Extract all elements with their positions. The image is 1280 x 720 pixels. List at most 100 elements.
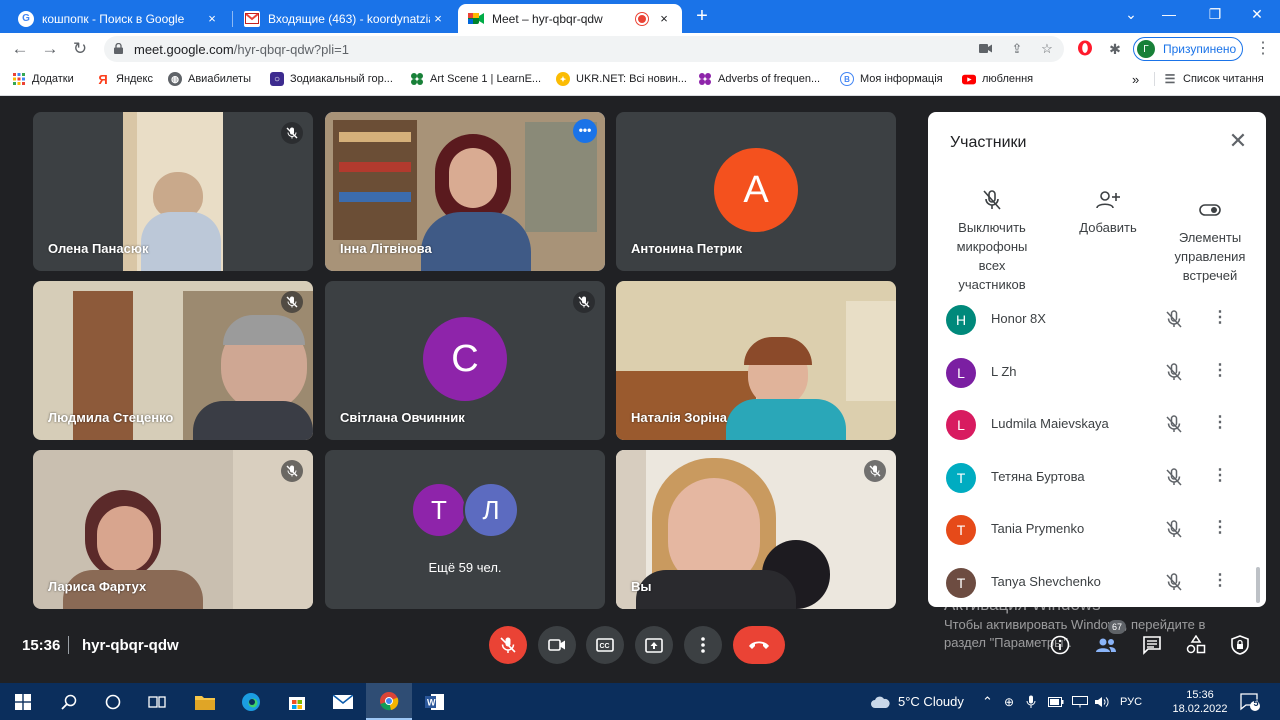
- bookmark-art-scene[interactable]: Art Scene 1 | LearnE...: [410, 72, 541, 86]
- mic-off-icon[interactable]: [1164, 309, 1184, 329]
- video-tile[interactable]: Лариса Фартух: [33, 450, 313, 609]
- activities-button[interactable]: [1184, 633, 1208, 657]
- self-video-tile[interactable]: Вы: [616, 450, 896, 609]
- participant-row[interactable]: T Tania Prymenko ⋮: [928, 503, 1266, 555]
- tab-gmail[interactable]: Входящие (463) - koordynatzia@ ×: [234, 4, 456, 33]
- tab-google-search[interactable]: G кошпопк - Поиск в Google ×: [8, 4, 230, 33]
- bookmarks-overflow[interactable]: »: [1132, 72, 1139, 87]
- taskbar-search-icon[interactable]: [46, 683, 92, 720]
- meeting-details-button[interactable]: [1048, 633, 1072, 657]
- minimize-icon[interactable]: —: [1146, 0, 1192, 30]
- toggle-camera-button[interactable]: [538, 626, 576, 664]
- host-controls-button[interactable]: Элементы управления встречей: [1164, 192, 1256, 285]
- back-icon[interactable]: ←: [8, 37, 32, 61]
- mic-off-icon[interactable]: [1164, 572, 1184, 592]
- tray-lens-icon[interactable]: ⊕: [1004, 683, 1014, 720]
- bookmark-star-icon[interactable]: ☆: [1038, 41, 1056, 57]
- more-options-button[interactable]: [684, 626, 722, 664]
- participant-more-icon[interactable]: ⋮: [1210, 413, 1230, 435]
- new-tab-button[interactable]: +: [690, 5, 714, 29]
- chrome-menu-icon[interactable]: ⋮: [1254, 40, 1272, 58]
- task-view-icon[interactable]: [134, 683, 180, 720]
- participant-row[interactable]: H Honor 8X ⋮: [928, 293, 1266, 345]
- address-bar[interactable]: meet.google.com/hyr-qbqr-qdw?pli=1 ⇪ ☆: [104, 36, 1064, 62]
- chat-button[interactable]: [1140, 633, 1164, 657]
- mic-off-icon[interactable]: [1164, 467, 1184, 487]
- notifications-button[interactable]: 5: [1240, 683, 1260, 720]
- host-controls-shield-button[interactable]: [1228, 633, 1252, 657]
- profile-button[interactable]: Г Призупинено: [1133, 37, 1243, 61]
- bookmark-apps[interactable]: Додатки: [12, 72, 74, 86]
- leave-call-button[interactable]: [733, 626, 785, 664]
- close-tab-icon[interactable]: ×: [656, 11, 672, 26]
- mic-off-icon[interactable]: [1164, 362, 1184, 382]
- close-tab-icon[interactable]: ×: [204, 11, 220, 26]
- camera-in-use-icon[interactable]: [976, 41, 994, 57]
- tray-battery-icon[interactable]: [1048, 683, 1064, 720]
- toggle-mic-button[interactable]: [489, 626, 527, 664]
- close-panel-icon[interactable]: ✕: [1226, 129, 1250, 153]
- participant-row[interactable]: L L Zh ⋮: [928, 346, 1266, 398]
- extensions-puzzle-icon[interactable]: ✱: [1106, 40, 1124, 58]
- participant-more-icon[interactable]: ⋮: [1210, 361, 1230, 383]
- bookmark-adverbs[interactable]: Adverbs of frequen...: [698, 72, 820, 86]
- video-tile[interactable]: Олена Панасюк: [33, 112, 313, 271]
- edge-icon[interactable]: [228, 683, 274, 720]
- video-tile-active-speaker[interactable]: Інна Літвінова •••: [325, 112, 605, 271]
- participant-more-icon[interactable]: ⋮: [1210, 518, 1230, 540]
- cortana-icon[interactable]: [90, 683, 136, 720]
- mic-off-icon[interactable]: [1164, 414, 1184, 434]
- tray-volume-icon[interactable]: [1094, 683, 1110, 720]
- restore-icon[interactable]: ❐: [1192, 0, 1238, 30]
- present-screen-button[interactable]: [635, 626, 673, 664]
- tray-network-icon[interactable]: [1072, 683, 1088, 720]
- participant-name: Honor 8X: [991, 311, 1046, 326]
- mute-all-button[interactable]: Выключить микрофоны всех участников: [946, 182, 1038, 294]
- mail-icon[interactable]: [320, 683, 366, 720]
- video-tile[interactable]: Людмила Стеценко: [33, 281, 313, 440]
- tray-overflow-chevron-icon[interactable]: ⌃: [982, 683, 993, 720]
- video-tile[interactable]: А Антонина Петрик: [616, 112, 896, 271]
- video-tile[interactable]: С Світлана Овчинник: [325, 281, 605, 440]
- reading-list[interactable]: ☰ Список читання: [1154, 72, 1264, 86]
- participant-more-icon[interactable]: ⋮: [1210, 571, 1230, 593]
- mic-off-icon[interactable]: [1164, 519, 1184, 539]
- captions-button[interactable]: CC: [586, 626, 624, 664]
- system-clock[interactable]: 15:36 18.02.2022: [1170, 683, 1230, 720]
- bookmark-yandex[interactable]: Я Яндекс: [96, 72, 153, 87]
- weather-widget[interactable]: 5°C Cloudy: [870, 683, 964, 720]
- participants-button[interactable]: [1094, 633, 1118, 657]
- close-window-icon[interactable]: ✕: [1234, 0, 1280, 30]
- participant-row[interactable]: T Тетяна Буртова ⋮: [928, 451, 1266, 503]
- participant-name: Лариса Фартух: [48, 579, 147, 594]
- opera-extension-icon[interactable]: [1076, 40, 1094, 58]
- tray-mic-icon[interactable]: [1026, 683, 1036, 720]
- tile-more-options-icon[interactable]: •••: [573, 119, 597, 143]
- word-icon[interactable]: W: [412, 683, 458, 720]
- bookmark-aviabilety[interactable]: ◍ Авиабилеты: [168, 72, 251, 86]
- share-icon[interactable]: ⇪: [1008, 41, 1026, 57]
- mic-off-icon: [573, 291, 595, 313]
- file-explorer-icon[interactable]: [182, 683, 228, 720]
- bookmark-youtube[interactable]: люблення: [962, 72, 1033, 86]
- participant-more-icon[interactable]: ⋮: [1210, 308, 1230, 330]
- bookmark-my-info[interactable]: В Моя інформація: [840, 72, 943, 86]
- panel-scrollbar[interactable]: [1256, 567, 1260, 603]
- forward-icon[interactable]: →: [38, 37, 62, 61]
- video-tile[interactable]: Наталія Зоріна: [616, 281, 896, 440]
- reload-icon[interactable]: ↻: [68, 37, 92, 61]
- bookmark-zodiac[interactable]: ○ Зодиакальный гор...: [270, 72, 393, 86]
- add-people-button[interactable]: Добавить: [1068, 182, 1148, 237]
- participant-more-icon[interactable]: ⋮: [1210, 466, 1230, 488]
- participant-row[interactable]: L Ludmila Maievskaya ⋮: [928, 398, 1266, 450]
- reading-list-icon: ☰: [1164, 72, 1176, 86]
- chrome-taskbar-icon[interactable]: [366, 683, 412, 720]
- store-icon[interactable]: [274, 683, 320, 720]
- bookmark-ukrnet[interactable]: ✦ UKR.NET: Всі новин...: [556, 72, 687, 86]
- participant-name: Антонина Петрик: [631, 241, 743, 256]
- windows-start-icon[interactable]: [0, 683, 46, 720]
- tab-meet[interactable]: Meet – hyr-qbqr-qdw ×: [458, 4, 682, 33]
- more-participants-tile[interactable]: Т Л Ещё 59 чел.: [325, 450, 605, 609]
- input-language[interactable]: РУС: [1120, 683, 1142, 720]
- close-tab-icon[interactable]: ×: [430, 11, 446, 26]
